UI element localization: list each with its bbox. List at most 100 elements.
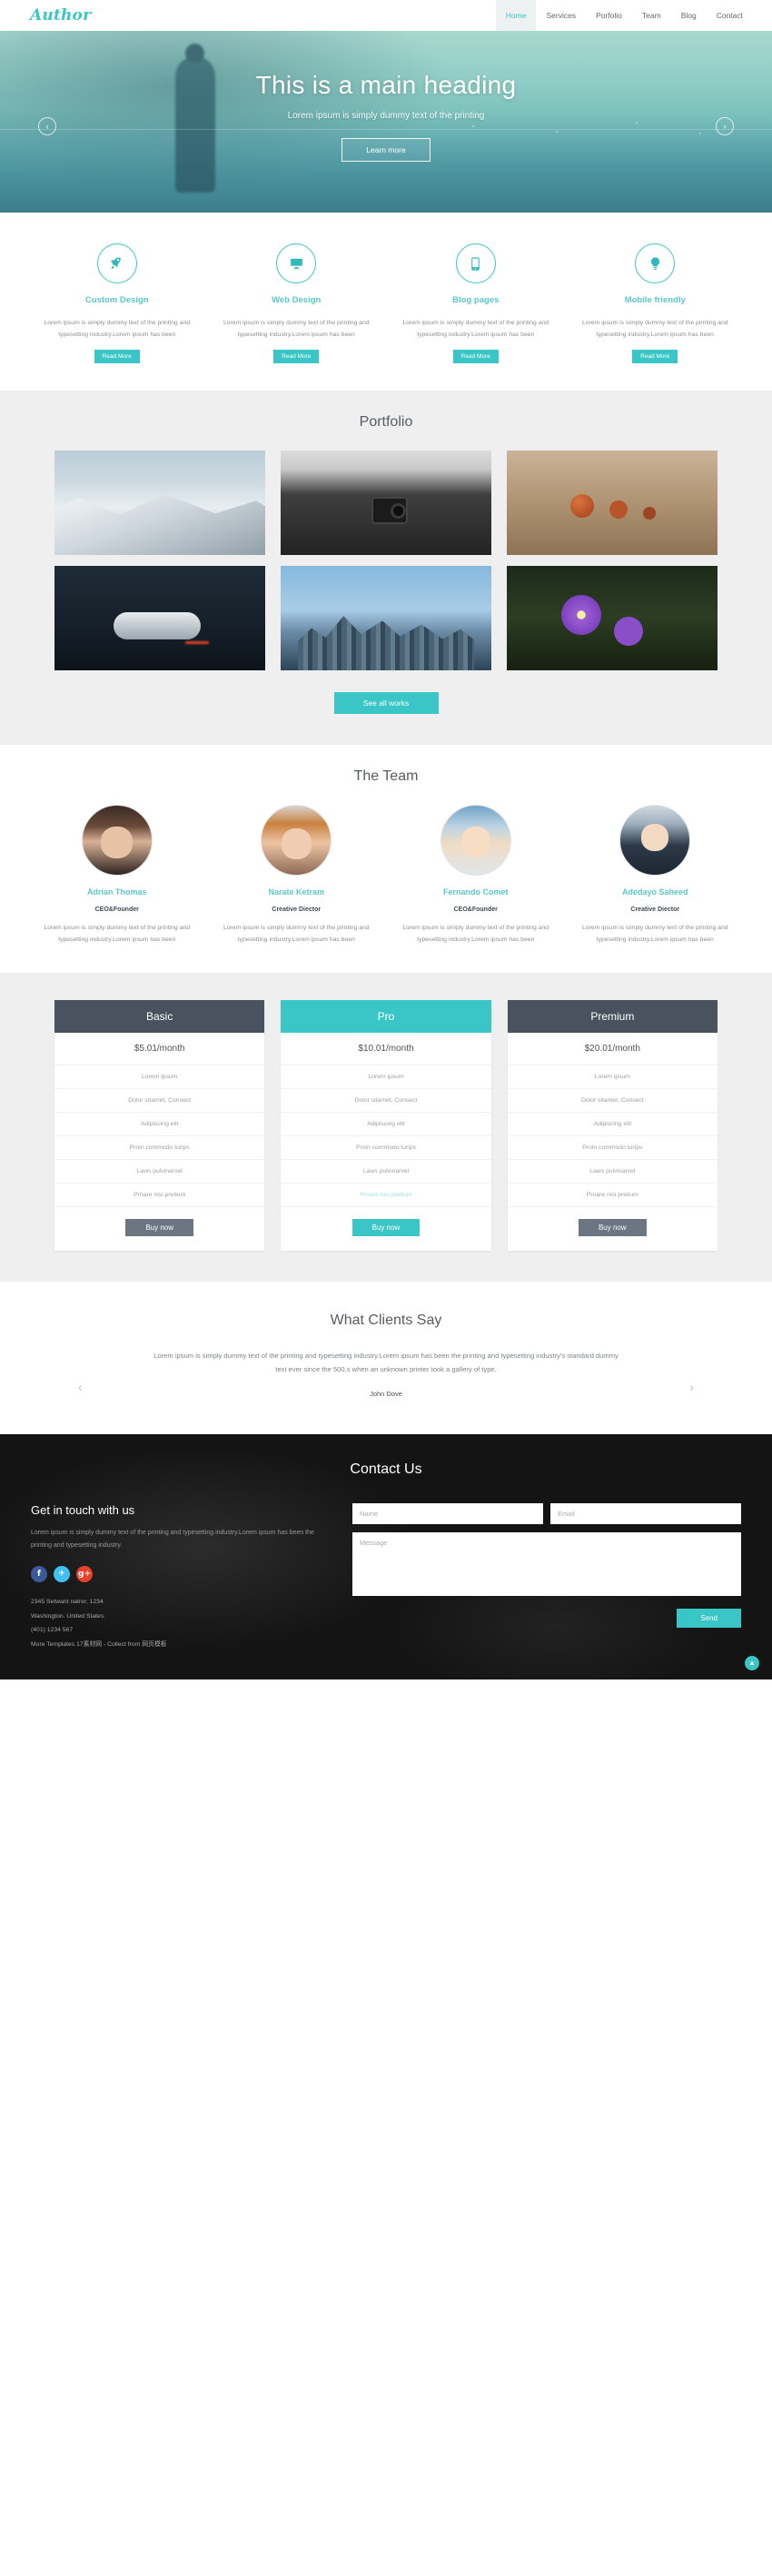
hero-next-arrow[interactable]: › [716, 117, 734, 135]
feature-read-more-button[interactable]: Read More [632, 350, 678, 364]
team-member-name: Adedayo Saheed [621, 887, 688, 897]
site-logo[interactable]: Author [30, 6, 91, 25]
portfolio-item-purple-flowers[interactable] [507, 566, 718, 671]
avatar [81, 805, 153, 877]
nav-menu: Home Services Porfolio Team Blog Contact [495, 0, 772, 31]
plan-feature: Dolor sitamet, Consect [507, 1089, 718, 1114]
email-input[interactable] [550, 1502, 741, 1524]
plan-name: Premium [507, 1000, 718, 1034]
nav-item-porfolio[interactable]: Porfolio [586, 0, 632, 31]
plan-feature: Laws pulvinarvel [507, 1160, 718, 1184]
portfolio-section: Portfolio See all works [0, 391, 772, 746]
portfolio-item-snow-mountains[interactable] [54, 451, 265, 556]
team-member-description: Lorem ipsum is simply dummy text of the … [44, 925, 191, 943]
get-in-touch-heading: Get in touch with us [31, 1502, 135, 1517]
pricing-plan-premium: Premium $20.01/month Lorem ipsum Dolor s… [507, 1000, 718, 1252]
portfolio-item-acorns-wood[interactable] [507, 451, 718, 556]
nav-item-contact[interactable]: Contact [707, 0, 772, 31]
monitor-icon [276, 243, 317, 283]
team-member-name: Fernando Comet [442, 887, 509, 897]
buy-now-button[interactable]: Buy now [578, 1219, 647, 1237]
avatar [440, 805, 511, 877]
contact-section: Contact Us Get in touch with us Lorem ip… [0, 1434, 772, 1679]
feature-read-more-button[interactable]: Read More [452, 350, 499, 364]
nav-item-blog[interactable]: Blog [671, 0, 707, 31]
testimonial-section: What Clients Say ‹ › Lorem ipsum is simp… [0, 1282, 772, 1434]
feature-card-mobile-friendly: Mobile friendly Lorem ipsum is simply du… [566, 243, 746, 364]
portfolio-item-photographer-camera[interactable] [281, 451, 491, 556]
plan-feature: Proin commodo turips [281, 1136, 491, 1161]
facebook-icon[interactable]: f [31, 1566, 47, 1582]
buy-now-button[interactable]: Buy now [125, 1219, 193, 1237]
team-member-description: Lorem ipsum is simply dummy text of the … [223, 925, 370, 943]
message-textarea[interactable] [352, 1531, 741, 1596]
plan-feature: Lorem ipsum [54, 1065, 265, 1090]
contact-info: Get in touch with us Lorem ipsum is simp… [31, 1503, 331, 1652]
twitter-icon[interactable]: ✈ [54, 1566, 70, 1582]
social-links: f ✈ g+ [31, 1566, 331, 1582]
rocket-icon [96, 243, 137, 283]
hero-heading: This is a main heading [255, 71, 517, 99]
feature-title: Blog pages [452, 295, 500, 305]
pricing-row: Basic $5.01/month Lorem ipsum Dolor sita… [54, 1000, 718, 1252]
tablet-icon [455, 243, 496, 283]
team-member: Narate Ketram Creative Diector Lorem ips… [207, 805, 387, 946]
phone-number: (401) 1234 567 [31, 1627, 74, 1634]
plan-feature: Lorem ipsum [281, 1065, 491, 1090]
plan-feature: Proin commodo turips [54, 1136, 265, 1161]
plan-price: $20.01/month [507, 1033, 718, 1066]
pricing-plan-pro: Pro $10.01/month Lorem ipsum Dolor sitam… [281, 1000, 491, 1252]
portfolio-grid [54, 451, 718, 671]
plan-feature: Adipiscing elit [281, 1113, 491, 1137]
team-member-name: Adrian Thomas [86, 887, 147, 897]
testimonial-next-arrow[interactable]: › [689, 1380, 694, 1394]
plan-feature: Laws pulvinarvel [281, 1160, 491, 1184]
hero-subheading: Lorem ipsum is simply dummy text of the … [287, 111, 485, 121]
contact-address: 2345 Setwant natrer, 1234 Washington. Un… [31, 1595, 331, 1652]
scroll-to-top-button[interactable]: ▲ [745, 1655, 759, 1670]
team-title: The Team [353, 768, 419, 785]
avatar [619, 805, 691, 877]
plan-feature: Adipiscing elit [507, 1113, 718, 1137]
nav-item-services[interactable]: Services [536, 0, 586, 31]
plan-buy-wrap: Buy now [508, 1207, 718, 1251]
plan-feature: Prnare nisi pretium [54, 1184, 265, 1208]
feature-description: Lorem ipsum is simply dummy text of the … [223, 320, 370, 338]
plan-price: $5.01/month [54, 1033, 265, 1066]
contact-title: Contact Us [350, 1461, 422, 1477]
buy-now-button[interactable]: Buy now [351, 1219, 421, 1237]
team-row: Adrian Thomas CEO&Founder Lorem ipsum is… [0, 805, 772, 946]
nav-item-home[interactable]: Home [495, 0, 537, 31]
feature-read-more-button[interactable]: Read More [94, 350, 140, 364]
hero-content: This is a main heading Lorem ipsum is si… [0, 31, 772, 162]
feature-read-more-button[interactable]: Read More [273, 350, 320, 364]
portfolio-item-game-controller[interactable] [54, 566, 265, 671]
nav-item-team[interactable]: Team [632, 0, 671, 31]
google-plus-icon[interactable]: g+ [76, 1566, 93, 1582]
team-member: Fernando Comet CEO&Founder Lorem ipsum i… [386, 805, 566, 946]
team-member-role: CEO&Founder [94, 907, 139, 914]
top-navigation-bar: Author Home Services Porfolio Team Blog … [0, 0, 772, 31]
pricing-plan-basic: Basic $5.01/month Lorem ipsum Dolor sita… [54, 1000, 265, 1252]
testimonial-title: What Clients Say [330, 1313, 442, 1329]
send-wrap: Send [352, 1608, 741, 1628]
learn-more-button[interactable]: Learn more [341, 138, 431, 162]
hero-prev-arrow[interactable]: ‹ [38, 117, 56, 135]
testimonial-prev-arrow[interactable]: ‹ [78, 1380, 83, 1394]
name-input[interactable] [352, 1502, 543, 1524]
portfolio-item-city-skyline[interactable] [281, 566, 491, 671]
contact-description: Lorem ipsum is simply dummy text of the … [31, 1529, 314, 1550]
see-all-works-button[interactable]: See all works [333, 692, 439, 715]
feature-card-custom-design: Custom Design Lorem ipsum is simply dumm… [27, 243, 207, 364]
feature-card-blog-pages: Blog pages Lorem ipsum is simply dummy t… [386, 243, 566, 364]
contact-form: Send [352, 1502, 741, 1652]
team-member-role: Creative Diector [630, 907, 680, 914]
plan-buy-wrap: Buy now [54, 1207, 264, 1251]
feature-card-web-design: Web Design Lorem ipsum is simply dummy t… [207, 243, 387, 364]
form-name-email-row [352, 1502, 741, 1524]
send-button[interactable]: Send [677, 1608, 741, 1628]
template-credit: More Templates 17素材网 - Collect from 网页模板 [31, 1640, 167, 1648]
team-member-role: CEO&Founder [453, 907, 498, 914]
portfolio-title: Portfolio [359, 414, 413, 431]
plan-feature: Dolor sitamet, Consect [281, 1089, 491, 1114]
